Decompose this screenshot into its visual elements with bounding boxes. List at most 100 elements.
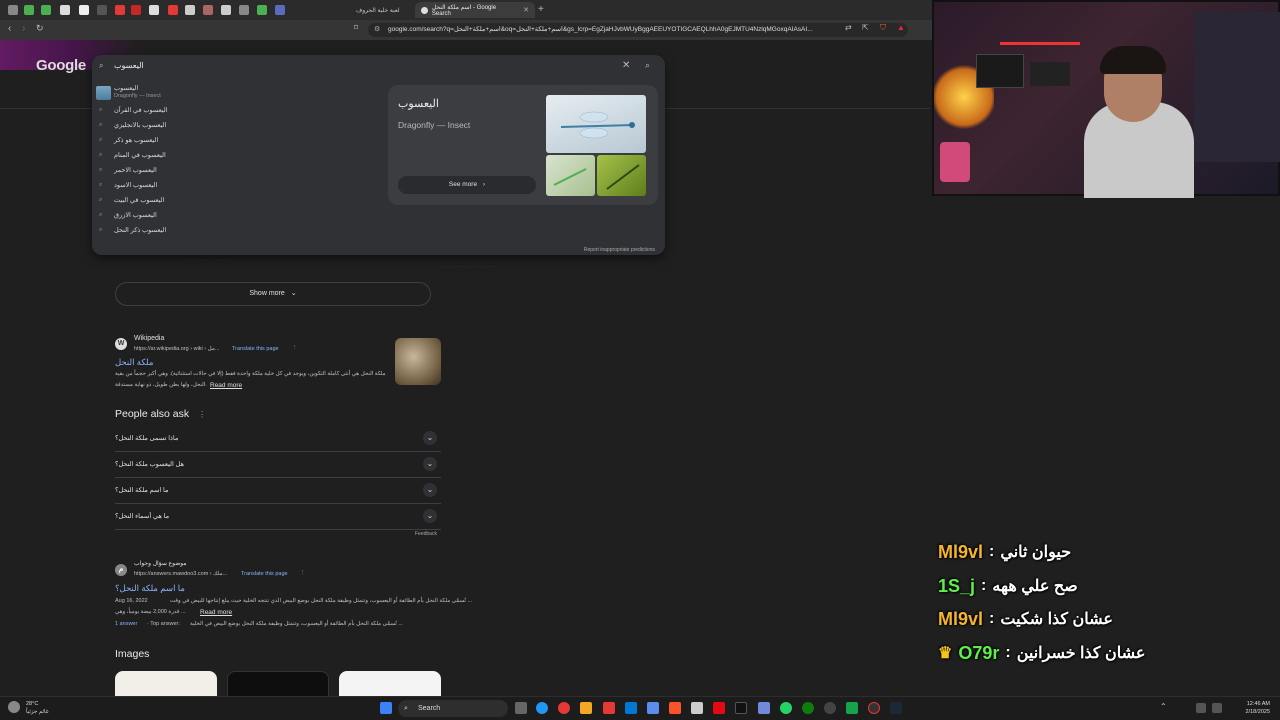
weather-icon[interactable] bbox=[8, 701, 20, 713]
read-more-link[interactable]: Read more bbox=[210, 382, 242, 389]
pinned-tab-icon[interactable] bbox=[41, 5, 51, 15]
forward-arrow-icon[interactable]: › bbox=[22, 23, 25, 34]
result-title-link[interactable]: ملكة النحل bbox=[115, 357, 153, 368]
edge-icon[interactable] bbox=[536, 702, 548, 714]
chevron-down-icon[interactable]: ⌄ bbox=[423, 509, 437, 523]
pinned-tab-icon[interactable] bbox=[168, 5, 178, 15]
new-tab-button[interactable]: + bbox=[538, 4, 544, 15]
taskbar-search-box[interactable]: ⌕ Search bbox=[398, 700, 508, 717]
pinned-tab-icon[interactable] bbox=[24, 5, 34, 15]
pinned-tab-icon[interactable] bbox=[79, 5, 89, 15]
result-title-link[interactable]: ما اسم ملكة النحل؟ bbox=[115, 583, 185, 594]
suggestion-item[interactable]: اليعسوب بالانجليزي bbox=[114, 121, 166, 129]
wifi-icon[interactable] bbox=[1196, 703, 1206, 713]
xbox-icon[interactable] bbox=[802, 702, 814, 714]
report-predictions-link[interactable]: Report inappropriate predictions bbox=[584, 247, 655, 253]
result-source-name[interactable]: Wikipedia bbox=[134, 335, 164, 342]
pinned-tab-icon[interactable] bbox=[239, 5, 249, 15]
see-more-button[interactable]: See more › bbox=[398, 176, 536, 194]
tab-letters-game[interactable]: لعبة خلية الحروف bbox=[350, 2, 412, 18]
pinned-tab-icon[interactable] bbox=[131, 5, 141, 15]
share-icon[interactable]: ⇱ bbox=[862, 23, 869, 32]
dragonfly-image-large[interactable] bbox=[546, 95, 646, 153]
more-options-icon[interactable]: ⋮ bbox=[292, 345, 298, 351]
result-url[interactable]: https://ar.wikipedia.org › wiki › مل... bbox=[134, 346, 219, 352]
chevron-down-icon[interactable]: ⌄ bbox=[423, 483, 437, 497]
suggestion-item[interactable]: اليعسوب الاسود bbox=[114, 181, 157, 189]
taskbar-clock[interactable]: 12:46 AM 2/18/2025 bbox=[1238, 700, 1270, 716]
bee-thumbnail-image[interactable] bbox=[395, 338, 441, 385]
app-icon[interactable] bbox=[735, 702, 747, 714]
pinned-tab-icon[interactable] bbox=[115, 5, 125, 15]
image-result-thumbnail[interactable] bbox=[339, 671, 441, 697]
google-logo[interactable]: Google bbox=[36, 57, 86, 74]
paa-question-row[interactable]: ما اسم ملكة النحل؟ ⌄ bbox=[115, 478, 441, 504]
chevron-down-icon[interactable]: ⌄ bbox=[423, 431, 437, 445]
youtube-icon[interactable] bbox=[603, 702, 615, 714]
pinned-tab-icon[interactable] bbox=[275, 5, 285, 15]
mail-icon[interactable] bbox=[625, 702, 637, 714]
image-result-thumbnail[interactable] bbox=[227, 671, 329, 697]
store-icon[interactable] bbox=[647, 702, 659, 714]
suggestion-item[interactable]: اليعسوب bbox=[114, 84, 138, 92]
back-arrow-icon[interactable]: ‹ bbox=[8, 23, 11, 34]
rewards-icon[interactable]: ▲ bbox=[897, 23, 905, 32]
paa-question-row[interactable]: هل اليعسوب ملكة النحل؟ ⌄ bbox=[115, 452, 441, 478]
pinned-tab-icon[interactable] bbox=[8, 5, 18, 15]
app-icon[interactable] bbox=[846, 702, 858, 714]
search-submit-icon[interactable]: ⌕ bbox=[645, 60, 650, 71]
chatgpt-icon[interactable] bbox=[824, 702, 836, 714]
pinned-tab-icon[interactable] bbox=[97, 5, 107, 15]
suggestion-item[interactable]: اليعسوب الاحمر bbox=[114, 166, 157, 174]
app-icon[interactable] bbox=[691, 702, 703, 714]
show-more-button[interactable]: Show more ⌄ bbox=[115, 282, 431, 306]
read-more-link[interactable]: Read more bbox=[200, 609, 232, 616]
dragonfly-image-small[interactable] bbox=[597, 155, 646, 196]
paa-question-row[interactable]: ما هي أسماء النحل؟ ⌄ bbox=[115, 504, 441, 530]
search-input[interactable]: اليعسوب bbox=[92, 55, 665, 77]
pinned-tab-icon[interactable] bbox=[221, 5, 231, 15]
pinned-tab-icon[interactable] bbox=[149, 5, 159, 15]
brave-shield-icon[interactable]: ⛉ bbox=[880, 23, 886, 33]
suggestion-item[interactable]: اليعسوب ذكر النحل bbox=[114, 226, 166, 234]
whatsapp-icon[interactable] bbox=[780, 702, 792, 714]
chevron-down-icon[interactable]: ⌄ bbox=[423, 457, 437, 471]
result-url[interactable]: https://answers.mawdoo3.com › ملك... bbox=[134, 571, 227, 577]
start-menu-icon[interactable] bbox=[380, 702, 392, 714]
image-result-thumbnail[interactable] bbox=[115, 671, 217, 697]
answer-count-link[interactable]: 1 answer bbox=[115, 621, 137, 627]
translate-page-link[interactable]: Translate this page bbox=[232, 346, 279, 352]
task-view-icon[interactable] bbox=[515, 702, 527, 714]
close-tab-icon[interactable]: ✕ bbox=[523, 6, 529, 14]
reload-icon[interactable]: ↻ bbox=[36, 23, 44, 34]
netflix-icon[interactable] bbox=[713, 702, 725, 714]
translate-page-link[interactable]: Translate this page bbox=[241, 571, 288, 577]
volume-icon[interactable] bbox=[1212, 703, 1222, 713]
bookmark-icon[interactable]: ⌑ bbox=[354, 23, 358, 32]
pinned-tab-icon[interactable] bbox=[203, 5, 213, 15]
suggestion-item[interactable]: اليعسوب في القرآن bbox=[114, 106, 168, 114]
translate-icon[interactable]: ⇄ bbox=[845, 23, 852, 32]
result-source-name[interactable]: موضوع سؤال وجواب bbox=[134, 560, 187, 567]
suggestion-item[interactable]: اليعسوب هو ذكر bbox=[114, 136, 158, 144]
dragonfly-image-small[interactable] bbox=[546, 155, 595, 196]
suggestion-item[interactable]: اليعسوب في البيت bbox=[114, 196, 164, 204]
steam-icon[interactable] bbox=[890, 702, 902, 714]
url-field[interactable]: ⚙ google.com/search?q=اسم+ملكة+النحل&oq=… bbox=[368, 23, 908, 37]
more-options-icon[interactable]: ⋮ bbox=[300, 570, 306, 576]
pinned-tab-icon[interactable] bbox=[185, 5, 195, 15]
suggestion-item[interactable]: اليعسوب في المنام bbox=[114, 151, 166, 159]
clear-search-icon[interactable]: ✕ bbox=[622, 60, 630, 71]
brave-browser-icon[interactable] bbox=[669, 702, 681, 714]
obs-icon[interactable] bbox=[868, 702, 880, 714]
suggestion-item[interactable]: اليعسوب الازرق bbox=[114, 211, 157, 219]
chevron-up-icon[interactable]: ⌃ bbox=[1160, 702, 1172, 714]
file-explorer-icon[interactable] bbox=[580, 702, 592, 714]
tab-google-search[interactable]: اسم ملكة النحل - Google Search ✕ bbox=[415, 2, 535, 18]
paa-question-row[interactable]: ماذا تسمى ملكة النحل؟ ⌄ bbox=[115, 426, 441, 452]
weather-widget[interactable]: 28°C غائم جزئياً bbox=[26, 700, 49, 716]
pinned-tab-icon[interactable] bbox=[60, 5, 70, 15]
discord-icon[interactable] bbox=[758, 702, 770, 714]
feedback-link[interactable]: Feedback bbox=[415, 531, 437, 537]
more-options-icon[interactable]: ⋮ bbox=[198, 410, 206, 419]
